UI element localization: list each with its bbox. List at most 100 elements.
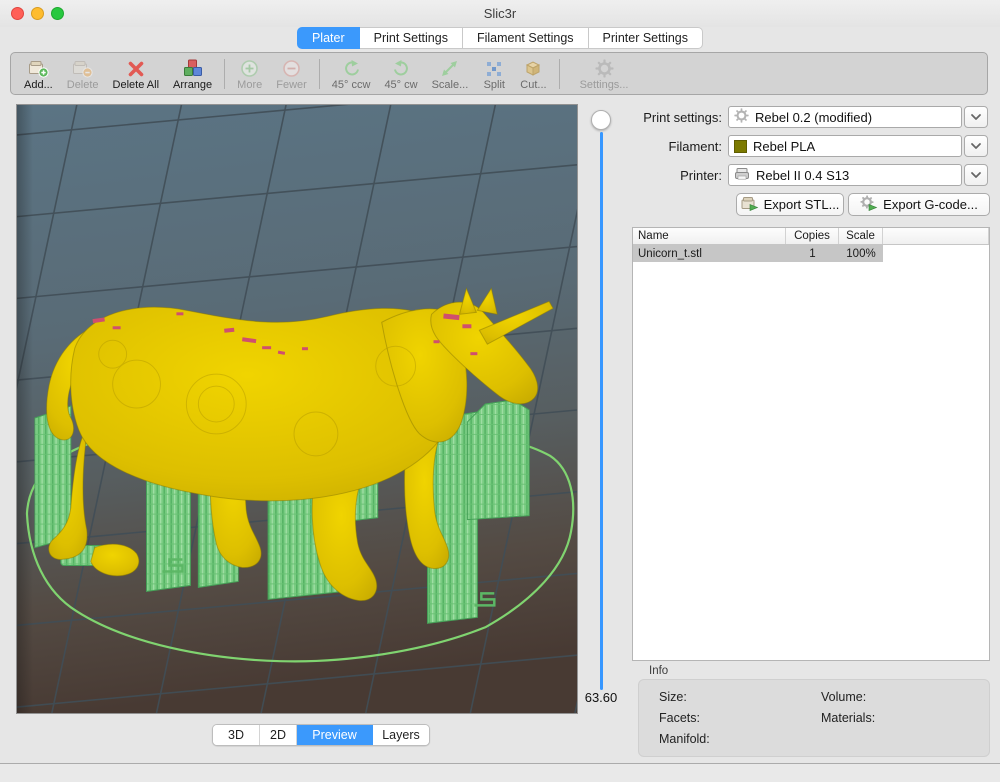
export-gcode-label: Export G-code... — [883, 197, 978, 212]
print-settings-value: Rebel 0.2 (modified) — [755, 110, 872, 125]
info-facets-label: Facets: — [659, 711, 700, 725]
object-table-header: Name Copies Scale — [633, 228, 989, 245]
chevron-down-icon — [970, 166, 982, 184]
toolbar-label: Fewer — [276, 79, 307, 91]
tab-filament-settings[interactable]: Filament Settings — [463, 27, 589, 49]
export-gear-icon — [860, 195, 878, 215]
cut-button[interactable]: Cut... — [513, 56, 553, 92]
rotate-ccw-icon — [342, 58, 361, 78]
object-scale-cell: 100% — [839, 245, 883, 262]
chevron-down-icon — [970, 137, 982, 155]
toolbar-label: Settings... — [580, 79, 629, 91]
filament-combo[interactable]: Rebel PLA — [728, 135, 962, 157]
view-tab-2d[interactable]: 2D — [260, 725, 297, 745]
split-button[interactable]: Split — [475, 56, 513, 92]
view-mode-tabs: 3D 2D Preview Layers — [212, 724, 430, 746]
column-header-scale[interactable]: Scale — [839, 228, 883, 244]
print-settings-combo[interactable]: Rebel 0.2 (modified) — [728, 106, 962, 128]
layer-slider[interactable] — [586, 108, 616, 698]
preview-scene — [17, 105, 577, 713]
cut-box-icon — [523, 58, 543, 78]
printer-label: Printer: — [619, 168, 722, 183]
toolbar-separator — [559, 59, 560, 89]
rotate-ccw-button[interactable]: 45° ccw — [325, 56, 378, 92]
info-materials-label: Materials: — [821, 711, 875, 725]
rotate-cw-icon — [392, 58, 411, 78]
status-bar — [0, 763, 1000, 782]
title-bar: Slic3r — [0, 0, 1000, 27]
info-section-title: Info — [649, 665, 668, 677]
info-volume-label: Volume: — [821, 690, 866, 704]
delete-all-button[interactable]: Delete All — [106, 56, 166, 92]
toolbar-label: Add... — [24, 79, 53, 91]
layer-slider-knob[interactable] — [591, 110, 611, 130]
print-settings-dropdown-button[interactable] — [964, 106, 988, 128]
object-name-cell: Unicorn_t.stl — [633, 245, 786, 262]
toolbar-label: Delete All — [113, 79, 159, 91]
object-copies-cell: 1 — [786, 245, 839, 262]
rotate-cw-button[interactable]: 45° cw — [377, 56, 424, 92]
print-settings-label: Print settings: — [619, 110, 722, 125]
fewer-button[interactable]: Fewer — [269, 56, 314, 92]
scale-arrows-icon — [440, 58, 459, 78]
toolbar-label: Split — [484, 79, 505, 91]
export-stl-button[interactable]: Export STL... — [736, 193, 844, 216]
delete-button[interactable]: Delete — [60, 56, 106, 92]
tab-print-settings[interactable]: Print Settings — [360, 27, 463, 49]
object-list-table[interactable]: Name Copies Scale Unicorn_t.stl 1 100% — [632, 227, 990, 661]
table-row[interactable]: Unicorn_t.stl 1 100% — [633, 245, 989, 262]
add-box-icon — [28, 58, 49, 78]
toolbar-label: Scale... — [432, 79, 469, 91]
toolbar-separator — [319, 59, 320, 89]
plus-circle-icon — [240, 58, 259, 78]
plate-3d-viewport[interactable] — [16, 104, 578, 714]
printer-dropdown-button[interactable] — [964, 164, 988, 186]
main-tab-strip: Plater Print Settings Filament Settings … — [0, 27, 1000, 52]
add-button[interactable]: Add... — [17, 56, 60, 92]
view-tab-layers[interactable]: Layers — [373, 725, 429, 745]
split-grid-icon — [485, 58, 503, 78]
tab-printer-settings[interactable]: Printer Settings — [589, 27, 703, 49]
toolbar-label: 45° cw — [384, 79, 417, 91]
export-stl-label: Export STL... — [764, 197, 840, 212]
info-box: Size: Facets: Manifold: Volume: Material… — [638, 679, 990, 757]
tab-plater[interactable]: Plater — [297, 27, 360, 49]
filament-color-swatch — [734, 140, 747, 153]
object-settings-button[interactable]: Settings... — [573, 56, 636, 92]
chevron-down-icon — [970, 108, 982, 126]
toolbar: Add... Delete Delete All Arrange More — [10, 52, 988, 95]
info-manifold-label: Manifold: — [659, 732, 710, 746]
gear-icon — [734, 108, 749, 126]
info-size-label: Size: — [659, 690, 687, 704]
window-title: Slic3r — [0, 6, 1000, 21]
printer-value: Rebel II 0.4 S13 — [756, 168, 849, 183]
delete-box-icon — [72, 58, 93, 78]
minus-circle-icon — [282, 58, 301, 78]
export-gcode-button[interactable]: Export G-code... — [848, 193, 990, 216]
arrange-button[interactable]: Arrange — [166, 56, 219, 92]
toolbar-label: Cut... — [520, 79, 546, 91]
delete-all-icon — [127, 58, 145, 78]
toolbar-label: 45° ccw — [332, 79, 371, 91]
object-blank-cell — [883, 245, 989, 262]
view-tab-preview[interactable]: Preview — [297, 725, 373, 745]
filament-label: Filament: — [619, 139, 722, 154]
layer-slider-track[interactable] — [600, 132, 603, 690]
column-header-copies[interactable]: Copies — [786, 228, 839, 244]
export-box-icon — [741, 195, 759, 215]
toolbar-label: Arrange — [173, 79, 212, 91]
toolbar-separator — [224, 59, 225, 89]
filament-dropdown-button[interactable] — [964, 135, 988, 157]
printer-combo[interactable]: Rebel II 0.4 S13 — [728, 164, 962, 186]
layer-height-value: 63.60 — [576, 690, 626, 705]
column-header-name[interactable]: Name — [633, 228, 786, 244]
filament-value: Rebel PLA — [753, 139, 815, 154]
more-button[interactable]: More — [230, 56, 269, 92]
slic3r-window: Slic3r Plater Print Settings Filament Se… — [0, 0, 1000, 782]
printer-icon — [734, 167, 750, 184]
scale-button[interactable]: Scale... — [425, 56, 476, 92]
view-tab-3d[interactable]: 3D — [213, 725, 260, 745]
arrange-cubes-icon — [183, 58, 203, 78]
toolbar-label: Delete — [67, 79, 99, 91]
toolbar-label: More — [237, 79, 262, 91]
